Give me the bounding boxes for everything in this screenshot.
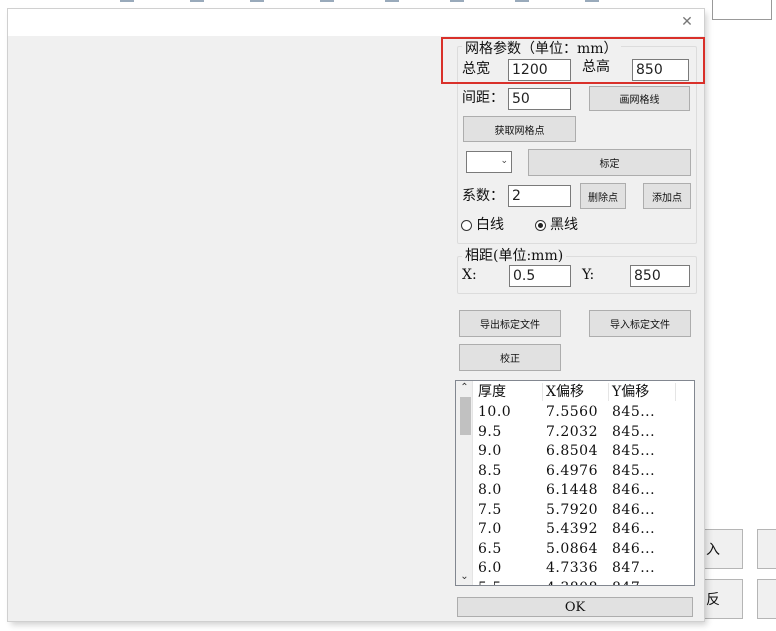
background-window-edge <box>0 0 700 8</box>
cell-y-offset: 846... <box>612 482 656 498</box>
table-row[interactable]: 5.5 4.3808 847... <box>474 579 694 586</box>
cell-x-offset: 6.4976 <box>546 462 598 479</box>
background-tick <box>450 0 464 2</box>
background-button-in-label: 入 <box>706 542 720 558</box>
dialog-title-bar: ✕ <box>8 9 704 36</box>
cell-thickness: 10.0 <box>478 404 512 420</box>
background-button-fa-label: 反 <box>706 592 720 608</box>
table-row[interactable]: 6.5 5.0864 846... <box>474 540 694 560</box>
calibrate-button[interactable]: 标定 <box>528 149 691 176</box>
cell-x-offset: 6.1448 <box>546 482 598 498</box>
scroll-up-icon[interactable]: ⌃ <box>456 382 473 394</box>
table-header-y-offset[interactable]: Y偏移 <box>612 383 649 401</box>
cell-x-offset: 5.7920 <box>546 501 598 518</box>
cell-y-offset: 845... <box>612 462 656 479</box>
cell-y-offset: 845... <box>612 443 656 459</box>
background-tick <box>250 0 264 2</box>
export-calibration-button[interactable]: 导出标定文件 <box>459 310 561 337</box>
table-header-divider <box>675 383 676 401</box>
cell-y-offset: 845... <box>612 423 656 440</box>
cell-thickness: 9.0 <box>478 443 502 459</box>
distance-x-input[interactable]: 0.5 <box>509 265 571 287</box>
cell-y-offset: 847... <box>612 579 655 586</box>
table-row[interactable]: 6.0 4.7336 847... <box>474 559 694 579</box>
table-row[interactable]: 7.5 5.7920 846... <box>474 501 694 521</box>
cell-thickness: 9.5 <box>478 423 502 440</box>
table-scrollbar[interactable]: ⌃ ⌄ <box>456 381 473 585</box>
close-icon[interactable]: ✕ <box>678 13 696 31</box>
chevron-down-icon: ⌄ <box>500 156 508 166</box>
thickness-dropdown[interactable]: ⌄ <box>466 151 512 173</box>
cell-x-offset: 4.7336 <box>546 560 598 576</box>
cell-thickness: 7.5 <box>478 501 502 518</box>
table-row[interactable]: 9.5 7.2032 845... <box>474 423 694 443</box>
ok-button[interactable]: OK <box>457 597 693 617</box>
spacing-label: 间距： <box>462 90 504 106</box>
cell-y-offset: 845... <box>612 404 656 420</box>
background-button-right-2[interactable] <box>757 579 776 619</box>
white-line-label: 白线 <box>476 217 504 233</box>
cell-x-offset: 5.0864 <box>546 540 598 557</box>
cell-x-offset: 6.8504 <box>546 443 598 459</box>
cell-y-offset: 846... <box>612 521 656 537</box>
get-grid-points-button[interactable]: 获取网格点 <box>463 116 576 142</box>
background-button-in[interactable]: 入 <box>703 529 743 569</box>
correct-button[interactable]: 校正 <box>459 344 561 371</box>
table-header-thickness[interactable]: 厚度 <box>478 383 506 401</box>
table-row[interactable]: 8.0 6.1448 846... <box>474 481 694 501</box>
background-button-fa[interactable]: 反 <box>703 579 743 619</box>
distance-y-input[interactable]: 850 <box>630 265 690 287</box>
offset-table[interactable]: ⌃ ⌄ 厚度 X偏移 Y偏移 10.0 7.5560 845... 9.5 7.2032… <box>455 380 695 586</box>
draw-grid-button[interactable]: 画网格线 <box>589 86 690 111</box>
background-tick <box>515 0 529 2</box>
cell-x-offset: 4.3808 <box>546 579 598 586</box>
cell-thickness: 8.0 <box>478 482 502 498</box>
table-row[interactable]: 8.5 6.4976 845... <box>474 462 694 482</box>
add-point-button[interactable]: 添加点 <box>643 183 691 209</box>
table-header-divider <box>608 383 609 401</box>
cell-thickness: 5.5 <box>478 579 502 586</box>
background-button-right-1[interactable] <box>757 529 776 569</box>
black-line-label: 黑线 <box>550 217 578 233</box>
background-tick <box>320 0 334 2</box>
background-tick <box>120 0 134 2</box>
cell-thickness: 8.5 <box>478 462 502 479</box>
cell-thickness: 6.0 <box>478 560 502 576</box>
spacing-input[interactable]: 50 <box>508 88 571 110</box>
coef-label: 系数： <box>462 188 504 204</box>
scroll-thumb[interactable] <box>460 397 471 435</box>
cell-x-offset: 7.5560 <box>546 404 598 420</box>
highlight-box <box>441 37 705 84</box>
coef-input[interactable]: 2 <box>508 185 571 207</box>
distance-x-label: X: <box>462 267 477 283</box>
table-row[interactable]: 7.0 5.4392 846... <box>474 520 694 540</box>
cell-thickness: 6.5 <box>478 540 502 557</box>
cell-y-offset: 847... <box>612 560 656 576</box>
cell-x-offset: 7.2032 <box>546 423 598 440</box>
delete-point-button[interactable]: 删除点 <box>580 183 626 209</box>
white-line-radio[interactable] <box>461 220 472 231</box>
scroll-down-icon[interactable]: ⌄ <box>456 571 473 583</box>
table-header-x-offset[interactable]: X偏移 <box>546 383 584 401</box>
cell-x-offset: 5.4392 <box>546 521 598 537</box>
background-tick <box>385 0 399 2</box>
background-tick <box>190 0 204 2</box>
background-input[interactable] <box>712 0 772 20</box>
table-row[interactable]: 9.0 6.8504 845... <box>474 442 694 462</box>
background-tick <box>585 0 599 2</box>
table-header-divider <box>542 383 543 401</box>
cell-y-offset: 846... <box>612 540 656 557</box>
cell-thickness: 7.0 <box>478 521 502 537</box>
import-calibration-button[interactable]: 导入标定文件 <box>589 310 691 337</box>
table-row[interactable]: 10.0 7.5560 845... <box>474 403 694 423</box>
distance-group-label: 相距(单位:mm) <box>462 247 567 265</box>
distance-y-label: Y: <box>582 267 595 283</box>
black-line-radio[interactable] <box>535 220 546 231</box>
cell-y-offset: 846... <box>612 501 656 518</box>
